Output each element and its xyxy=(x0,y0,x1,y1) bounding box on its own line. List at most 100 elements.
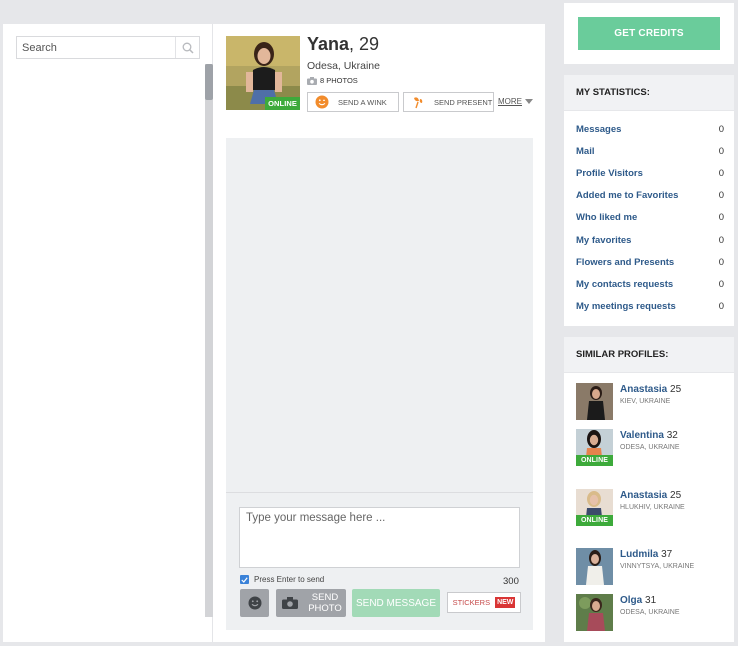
similar-profile-name-age: Ludmila 37 xyxy=(620,549,672,560)
scrollbar-thumb[interactable] xyxy=(205,64,213,100)
similar-profile-name-age: Olga 31 xyxy=(620,595,656,606)
stat-label[interactable]: Profile Visitors xyxy=(576,168,643,179)
emoji-button[interactable] xyxy=(240,589,269,617)
more-dropdown[interactable]: MORE xyxy=(498,97,533,106)
profile-age: 29 xyxy=(359,34,380,54)
similar-profile-photo[interactable]: ONLINE xyxy=(576,489,613,526)
profile-thumbnail xyxy=(576,383,613,420)
similar-profile-photo[interactable]: ONLINE xyxy=(576,429,613,466)
stat-row-contacts-requests[interactable]: My contacts requests 0 xyxy=(576,277,724,291)
checkmark-icon xyxy=(241,576,248,583)
enter-to-send-option[interactable]: Press Enter to send xyxy=(240,575,324,584)
send-photo-label: SEND PHOTO xyxy=(308,592,342,614)
send-wink-button[interactable]: SEND A WINK xyxy=(307,92,399,112)
similar-profile-location: ODESA, UKRAINE xyxy=(620,609,680,616)
send-message-button[interactable]: SEND MESSAGE xyxy=(352,589,440,617)
similar-profile-name[interactable]: Valentina xyxy=(620,430,664,441)
statistics-title: MY STATISTICS: xyxy=(564,75,734,111)
stat-value: 0 xyxy=(718,167,724,179)
stat-label[interactable]: Messages xyxy=(576,124,621,135)
photos-count-label: 8 PHOTOS xyxy=(320,76,358,85)
stat-label[interactable]: Mail xyxy=(576,146,594,157)
similar-profiles-card: SIMILAR PROFILES: Anastasia 25 KIEV, UKR… xyxy=(564,337,734,642)
stat-row-added-to-favorites[interactable]: Added me to Favorites 0 xyxy=(576,188,724,202)
similar-profile-photo[interactable] xyxy=(576,383,613,420)
stickers-button[interactable]: STICKERS NEW xyxy=(447,592,521,613)
enter-to-send-label: Press Enter to send xyxy=(254,575,325,584)
flower-present-icon xyxy=(414,97,423,109)
profile-thumbnail xyxy=(576,548,613,585)
camera-icon xyxy=(282,597,298,609)
send-wink-label: SEND A WINK xyxy=(338,97,387,107)
message-area: Press Enter to send 300 SEND PHOTO xyxy=(226,138,533,630)
stat-value: 0 xyxy=(718,234,724,246)
new-badge: NEW xyxy=(495,597,516,608)
stat-row-who-liked-me[interactable]: Who liked me 0 xyxy=(576,210,724,224)
search-box xyxy=(16,36,200,59)
online-badge: ONLINE xyxy=(265,97,300,110)
enter-to-send-checkbox[interactable] xyxy=(240,575,249,584)
smiley-icon xyxy=(248,596,261,610)
similar-profile-age: 25 xyxy=(670,384,682,395)
similar-profile-name-age: Anastasia 25 xyxy=(620,490,681,501)
stat-value: 0 xyxy=(718,211,724,223)
stat-label[interactable]: Added me to Favorites xyxy=(576,190,678,201)
similar-profile-age: 31 xyxy=(645,595,657,606)
profile-location: Odesa, Ukraine xyxy=(307,60,380,72)
similar-profile-location: ODESA, UKRAINE xyxy=(620,444,680,451)
send-present-button[interactable]: SEND PRESENT xyxy=(403,92,494,112)
stat-value: 0 xyxy=(718,123,724,135)
similar-profile-name-age: Valentina 32 xyxy=(620,430,678,441)
chevron-down-icon xyxy=(525,99,533,104)
stat-row-messages[interactable]: Messages 0 xyxy=(576,122,724,136)
search-button[interactable] xyxy=(175,37,199,58)
statistics-card: MY STATISTICS: Messages 0 Mail 0 Profile… xyxy=(564,75,734,326)
similar-profile-photo[interactable] xyxy=(576,548,613,585)
stat-label[interactable]: Flowers and Presents xyxy=(576,257,674,268)
similar-profile-photo[interactable] xyxy=(576,594,613,631)
send-photo-button[interactable]: SEND PHOTO xyxy=(276,589,346,617)
camera-icon xyxy=(307,76,317,85)
search-input[interactable] xyxy=(17,37,175,58)
similar-profile-name[interactable]: Olga xyxy=(620,595,642,606)
similar-profile-age: 32 xyxy=(666,430,678,441)
similar-profile-name[interactable]: Ludmila xyxy=(620,549,658,560)
get-credits-button[interactable]: GET CREDITS xyxy=(578,17,720,50)
stat-row-flowers-presents[interactable]: Flowers and Presents 0 xyxy=(576,255,724,269)
similar-profile-location: KIEV, UKRAINE xyxy=(620,398,671,405)
profile-photo[interactable]: ONLINE xyxy=(226,36,300,110)
stat-label[interactable]: My favorites xyxy=(576,235,631,246)
message-input[interactable] xyxy=(239,507,520,568)
wink-smiley-icon xyxy=(315,95,329,109)
composer-divider xyxy=(226,492,533,493)
stat-label[interactable]: My meetings requests xyxy=(576,301,676,312)
stat-value: 0 xyxy=(718,256,724,268)
char-counter: 300 xyxy=(503,576,519,587)
credits-card: GET CREDITS xyxy=(564,3,734,64)
similar-profile-location: HLUKHIV, UKRAINE xyxy=(620,504,685,511)
stat-row-my-favorites[interactable]: My favorites 0 xyxy=(576,233,724,247)
similar-profile-location: VINNYTSYA, UKRAINE xyxy=(620,563,695,570)
stat-row-mail[interactable]: Mail 0 xyxy=(576,144,724,158)
stickers-label: STICKERS xyxy=(452,598,491,607)
chat-panel: ONLINE Yana, 29 Odesa, Ukraine 8 PHOTOS … xyxy=(3,24,545,642)
online-badge: ONLINE xyxy=(576,515,613,526)
stat-row-meetings-requests[interactable]: My meetings requests 0 xyxy=(576,299,724,313)
profile-photos-link[interactable]: 8 PHOTOS xyxy=(307,76,358,85)
online-badge: ONLINE xyxy=(576,455,613,466)
similar-profile-name[interactable]: Anastasia xyxy=(620,490,667,501)
more-label: MORE xyxy=(498,97,522,106)
stat-label[interactable]: Who liked me xyxy=(576,212,637,223)
stat-value: 0 xyxy=(718,145,724,157)
similar-profile-age: 25 xyxy=(670,490,682,501)
profile-name[interactable]: Yana xyxy=(307,34,349,54)
stat-row-profile-visitors[interactable]: Profile Visitors 0 xyxy=(576,166,724,180)
similar-profile-name-age: Anastasia 25 xyxy=(620,384,681,395)
similar-profiles-title: SIMILAR PROFILES: xyxy=(564,337,734,373)
similar-profile-age: 37 xyxy=(661,549,673,560)
send-present-label: SEND PRESENT xyxy=(434,97,493,107)
stat-value: 0 xyxy=(718,300,724,312)
contacts-scrollbar[interactable] xyxy=(205,64,213,617)
similar-profile-name[interactable]: Anastasia xyxy=(620,384,667,395)
stat-label[interactable]: My contacts requests xyxy=(576,279,673,290)
